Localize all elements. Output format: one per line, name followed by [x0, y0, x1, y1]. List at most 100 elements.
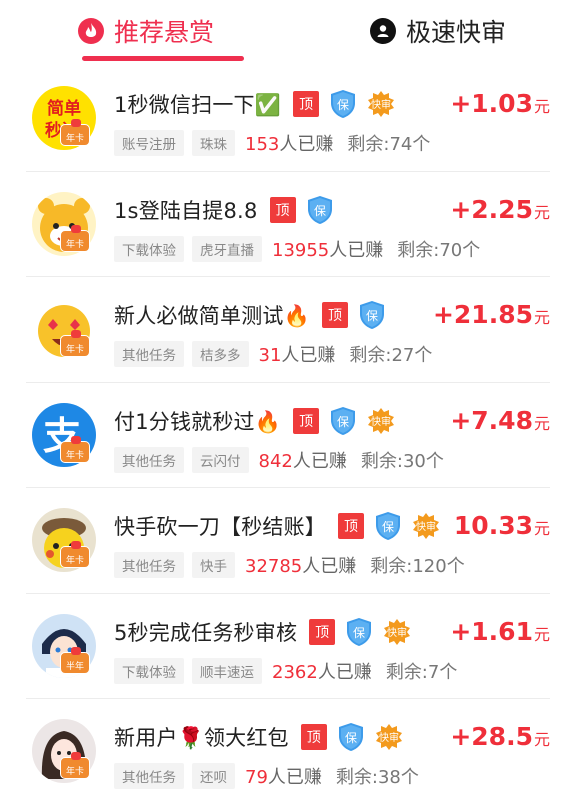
remaining-suffix: 个 — [412, 134, 431, 155]
reward-amount: +28.5 元 — [450, 721, 550, 753]
meta-line: 账号注册 珠珠 153人已赚 剩余:74个 — [114, 130, 430, 156]
title-line: 付1分钱就秒过🔥 顶 保 快审 — [114, 405, 397, 437]
task-title: 新人必做简单测试🔥 — [114, 304, 310, 328]
remaining-suffix: 个 — [425, 450, 444, 472]
category-tag: 下载体验 — [114, 235, 184, 262]
earned-suffix: 人已赚 — [281, 345, 336, 366]
reward-value: +1.03 — [450, 89, 533, 118]
earned-count: 32785人已赚 — [245, 552, 356, 578]
category-tag: 账号注册 — [114, 130, 184, 156]
category-tag: 其他任务 — [114, 341, 184, 367]
shield-icon: 保 — [306, 195, 334, 225]
remaining-number: 70 — [439, 239, 463, 261]
earned-count: 2362人已赚 — [272, 658, 372, 684]
svg-text:保: 保 — [345, 731, 357, 745]
remaining-prefix: 剩余: — [360, 450, 403, 472]
merchant-tag: 珠珠 — [192, 130, 235, 156]
remaining-count: 剩余:70个 — [397, 236, 480, 262]
task-title: 1秒微信扫一下✅ — [114, 93, 282, 117]
title-line: 快手砍一刀【秒结账】顶 保 快审 — [114, 510, 442, 542]
fast-review-icon: 快审 — [381, 617, 413, 647]
top-badge: 顶 — [321, 302, 348, 328]
tab-bar: 推荐悬赏 极速快审 — [0, 0, 584, 62]
svg-text:快审: 快审 — [371, 98, 391, 111]
remaining-number: 120 — [412, 556, 447, 577]
title-line: 1s登陆自提8.8 顶 保 — [114, 194, 334, 226]
membership-badge: 年卡 — [60, 435, 90, 463]
membership-badge-label: 半年 — [65, 661, 84, 672]
title-line: 新用户🌹领大红包顶 保 快审 — [114, 721, 405, 753]
svg-text:保: 保 — [313, 204, 325, 218]
svg-text:快审: 快审 — [387, 626, 407, 639]
remaining-number: 38 — [377, 767, 401, 788]
top-badge: 顶 — [338, 513, 364, 539]
merchant-tag: 云闪付 — [192, 446, 249, 473]
tab-fast-review[interactable]: 极速快审 — [292, 0, 584, 62]
merchant-tag: 还呗 — [192, 763, 235, 789]
category-tag: 下载体验 — [114, 657, 184, 684]
fast-review-icon: 快审 — [410, 511, 442, 541]
earned-number: 153 — [245, 134, 280, 155]
remaining-prefix: 剩余: — [335, 767, 378, 788]
earned-count: 31人已赚 — [259, 341, 336, 367]
reward-value: +2.25 — [450, 194, 533, 224]
meta-line: 其他任务 桔多多 31人已赚 剩余:27个 — [114, 341, 432, 367]
membership-badge-label: 年卡 — [65, 134, 84, 144]
task-title: 新用户🌹领大红包 — [114, 726, 289, 750]
meta-line: 其他任务 云闪付 842人已赚 剩余:30个 — [114, 446, 444, 473]
merchant-tag: 虎牙直播 — [192, 235, 262, 262]
earned-suffix: 人已赚 — [329, 239, 384, 261]
reward-amount: +7.48 元 — [450, 405, 550, 437]
task-row[interactable]: 半年 5秒完成任务秒审核顶 保 快审 +1.61 元下载体验 顺丰速运 2362人已赚 剩余:7… — [26, 594, 550, 699]
remaining-number: 7 — [427, 661, 440, 683]
reward-amount: +2.25 元 — [450, 194, 550, 226]
remaining-count: 剩余:120个 — [370, 552, 464, 578]
shield-icon: 保 — [374, 511, 402, 541]
title-line: 5秒完成任务秒审核顶 保 快审 — [114, 616, 413, 648]
task-row[interactable]: 年卡 新用户🌹领大红包顶 保 快审 +28.5 元其他任务 还呗 79人已赚 剩余:38个 — [26, 699, 550, 805]
task-row[interactable]: 年卡 1s登陆自提8.8 顶 保 +2.25 元下载体验 虎牙直播 13955人已赚 剩余:70… — [26, 172, 550, 277]
remaining-prefix: 剩余: — [349, 345, 392, 366]
tab-label: 推荐悬赏 — [113, 18, 214, 47]
task-row[interactable]: 简单秒过年卡1秒微信扫一下✅顶保快审+1.03元账号注册珠珠153人已赚剩余:7… — [26, 66, 550, 172]
earned-count: 79人已赚 — [245, 763, 322, 789]
merchant-tag: 桔多多 — [192, 341, 249, 367]
meta-line: 其他任务 还呗 79人已赚 剩余:38个 — [114, 763, 419, 789]
membership-badge-label: 年卡 — [65, 345, 84, 355]
svg-text:快审: 快审 — [416, 520, 436, 533]
remaining-number: 27 — [391, 345, 415, 366]
merchant-tag: 顺丰速运 — [192, 657, 262, 684]
tab-recommended-bounty[interactable]: 推荐悬赏 — [0, 0, 292, 62]
task-row[interactable]: 年卡 快手砍一刀【秒结账】顶保快审 10.33 元其他任务 快手 32785人已赚 剩余:1… — [26, 488, 550, 594]
membership-badge: 年卡 — [60, 330, 90, 357]
membership-badge: 年卡 — [60, 119, 90, 146]
shield-icon: 保 — [329, 89, 357, 119]
remaining-number: 30 — [402, 450, 426, 472]
earned-count: 842人已赚 — [259, 447, 347, 473]
fire-icon — [77, 18, 104, 44]
reward-amount: 10.33 元 — [454, 510, 550, 542]
svg-text:简单: 简单 — [47, 98, 81, 119]
task-title: 1s登陆自提8.8 — [114, 198, 258, 223]
membership-badge: 半年 — [60, 646, 90, 674]
svg-text:保: 保 — [353, 626, 365, 640]
reward-unit: 元 — [533, 202, 550, 222]
earned-number: 32785 — [245, 556, 303, 577]
membership-badge-label: 年卡 — [65, 450, 84, 461]
task-row[interactable]: 支年卡 付1分钱就秒过🔥 顶保快审 +7.48 元其他任务 云闪付 842人已赚 剩余:30个 — [26, 383, 550, 488]
membership-badge-label: 年卡 — [65, 767, 84, 777]
title-line: 新人必做简单测试🔥 顶 保 — [114, 299, 386, 331]
reward-unit: 元 — [533, 97, 550, 116]
merchant-tag: 快手 — [192, 552, 235, 578]
remaining-prefix: 剩余: — [347, 134, 390, 155]
top-badge: 顶 — [309, 618, 336, 645]
svg-text:快审: 快审 — [379, 731, 399, 744]
task-title: 快手砍一刀【秒结账】 — [114, 515, 326, 539]
remaining-prefix: 剩余: — [397, 239, 440, 261]
meta-line: 下载体验 虎牙直播 13955人已赚 剩余:70个 — [114, 235, 480, 262]
shield-icon: 保 — [345, 617, 373, 647]
task-row[interactable]: 年卡 新人必做简单测试🔥 顶 保 +21.85 元其他任务 桔多多 31人已赚 剩余:27个 — [26, 277, 550, 383]
top-badge: 顶 — [269, 196, 296, 223]
reward-amount: +1.61 元 — [450, 616, 550, 648]
reward-unit: 元 — [533, 413, 550, 433]
